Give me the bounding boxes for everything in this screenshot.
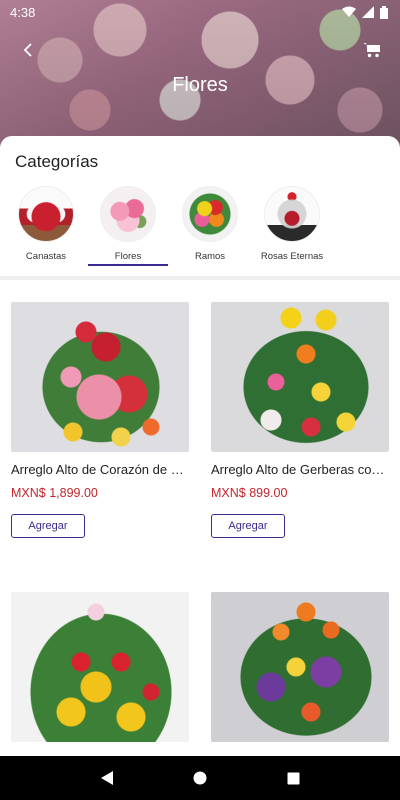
status-bar: 4:38: [0, 0, 400, 24]
product-card[interactable]: Arreglo Alto de Corazón de Rosas MXN$ 1,…: [11, 302, 189, 538]
cart-button[interactable]: [360, 38, 384, 62]
page-title: Flores: [172, 74, 228, 96]
product-card[interactable]: [11, 592, 189, 742]
product-image: [11, 302, 189, 452]
product-price: MXN$ 899.00: [211, 486, 288, 500]
product-name: Arreglo Alto de Gerberas con Rosas: [211, 462, 389, 477]
category-image-ramos: [182, 186, 238, 242]
categories-title: Categorías: [15, 152, 99, 171]
cart-icon: [363, 43, 380, 58]
back-button[interactable]: [16, 38, 40, 62]
category-label: Canastas: [25, 251, 67, 262]
categories-panel: Categorías Canastas Flores Ramos Rosas E…: [0, 136, 400, 276]
category-selected-indicator: [88, 264, 168, 266]
category-image-flores: [100, 186, 156, 242]
category-label: Rosas Eternas: [260, 251, 324, 262]
system-navigation-bar: [0, 756, 400, 800]
category-rosas-eternas[interactable]: Rosas Eternas: [252, 186, 332, 266]
section-divider: [0, 276, 400, 280]
product-card[interactable]: Arreglo Alto de Gerberas con Rosas MXN$ …: [211, 302, 389, 538]
nav-recents-icon[interactable]: [287, 772, 300, 785]
nav-home-icon[interactable]: [193, 771, 207, 785]
product-grid: Arreglo Alto de Corazón de Rosas MXN$ 1,…: [0, 282, 400, 756]
back-arrow-icon: [23, 43, 32, 57]
category-label: Ramos: [194, 251, 226, 262]
categories-list: Canastas Flores Ramos Rosas Eternas: [10, 186, 390, 276]
battery-icon: [380, 5, 388, 19]
category-canastas[interactable]: Canastas: [6, 186, 86, 266]
product-card[interactable]: [211, 592, 389, 742]
category-image-rosas-eternas: [264, 186, 320, 242]
app-toolbar: [0, 30, 400, 70]
category-flores[interactable]: Flores: [88, 186, 168, 266]
category-ramos[interactable]: Ramos: [170, 186, 250, 266]
nav-back-icon[interactable]: [100, 770, 114, 786]
add-to-cart-button[interactable]: Agregar: [11, 514, 85, 538]
signal-icon: [362, 6, 374, 18]
product-price: MXN$ 1,899.00: [11, 486, 98, 500]
product-image: [211, 302, 389, 452]
category-label: Flores: [114, 251, 142, 262]
status-time: 4:38: [10, 4, 36, 20]
wifi-icon: [342, 6, 356, 17]
category-image-canastas: [18, 186, 74, 242]
add-to-cart-button[interactable]: Agregar: [211, 514, 285, 538]
product-image: [211, 592, 389, 742]
product-name: Arreglo Alto de Corazón de Rosas: [11, 462, 189, 477]
product-image: [11, 592, 189, 742]
